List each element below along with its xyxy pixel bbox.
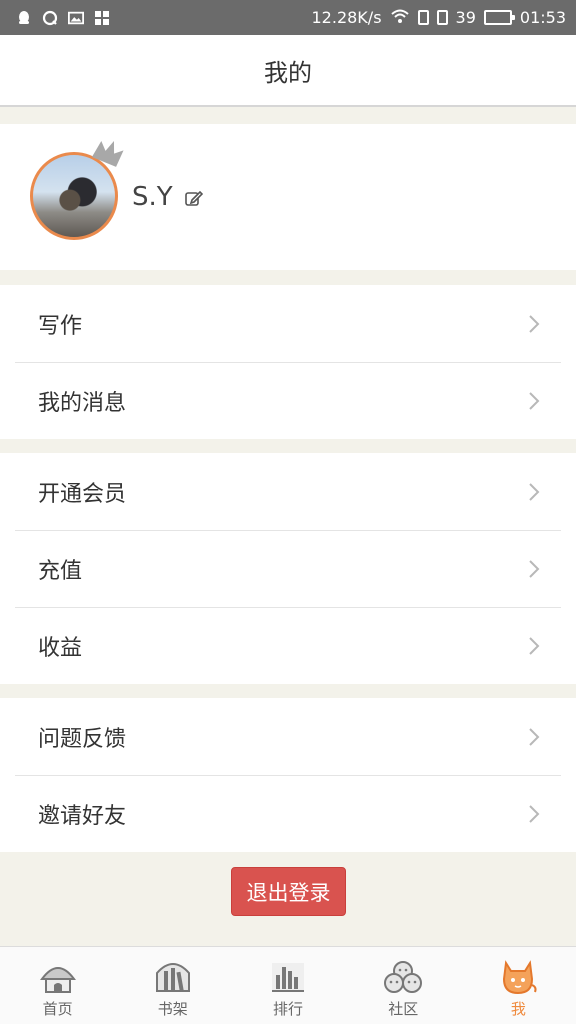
cat-icon — [503, 960, 537, 995]
logout-button[interactable]: 退出登录 — [231, 867, 346, 916]
bookshelf-icon — [155, 963, 190, 992]
menu-item-write[interactable]: 写作 — [0, 285, 576, 362]
menu-item-label: 邀请好友 — [38, 803, 127, 829]
profile-card[interactable]: S.Y — [0, 124, 576, 270]
menu-group-writing: 写作 我的消息 — [0, 285, 576, 439]
tab-label: 书架 — [157, 1000, 188, 1018]
ranking-icon — [272, 963, 304, 992]
menu-item-earnings[interactable]: 收益 — [0, 607, 576, 684]
chevron-right-icon — [529, 805, 540, 823]
username: S.Y — [132, 182, 173, 212]
menu-group-account: 开通会员 充值 收益 — [0, 453, 576, 684]
menu-item-label: 写作 — [38, 313, 83, 339]
menu-item-label: 开通会员 — [38, 481, 127, 507]
tab-label: 我 — [510, 1000, 526, 1018]
menu-item-messages[interactable]: 我的消息 — [0, 362, 576, 439]
menu-item-invite[interactable]: 邀请好友 — [0, 775, 576, 852]
sim2-icon — [436, 10, 448, 25]
clock: 01:53 — [519, 8, 566, 27]
tab-me[interactable]: 我 — [461, 947, 576, 1024]
menu-item-label: 充值 — [38, 558, 83, 584]
battery-icon — [483, 10, 515, 25]
tab-home[interactable]: 首页 — [0, 947, 115, 1024]
net-speed: 12.28K/s — [311, 8, 382, 27]
tab-ranking[interactable]: 排行 — [230, 947, 345, 1024]
battery-percent: 39 — [455, 8, 476, 27]
tab-label: 排行 — [273, 1000, 304, 1018]
bottom-tab-bar: 首页 书架 排行 社区 我 — [0, 946, 576, 1024]
menu-item-label: 我的消息 — [38, 390, 127, 416]
chat-icon — [42, 10, 58, 26]
home-icon — [39, 967, 76, 993]
tab-bookshelf[interactable]: 书架 — [115, 947, 230, 1024]
crown-icon — [92, 140, 124, 167]
sim1-icon — [417, 10, 429, 25]
chevron-right-icon — [529, 637, 540, 655]
wifi-icon — [390, 8, 410, 28]
chevron-right-icon — [529, 392, 540, 410]
chevron-right-icon — [529, 560, 540, 578]
menu-group-support: 问题反馈 邀请好友 — [0, 698, 576, 852]
community-icon — [384, 961, 423, 993]
image-icon — [68, 10, 84, 26]
tab-community[interactable]: 社区 — [346, 947, 461, 1024]
qq-icon — [16, 10, 32, 26]
menu-item-label: 问题反馈 — [38, 726, 127, 752]
edit-icon[interactable] — [185, 190, 203, 206]
tab-label: 首页 — [42, 1000, 73, 1018]
menu-item-recharge[interactable]: 充值 — [0, 530, 576, 607]
menu-item-label: 收益 — [38, 635, 83, 661]
menu-item-membership[interactable]: 开通会员 — [0, 453, 576, 530]
status-bar: 12.28K/s 39 01:53 — [0, 0, 576, 35]
chevron-right-icon — [529, 728, 540, 746]
chevron-right-icon — [529, 315, 540, 333]
page-title: 我的 — [264, 58, 312, 87]
apps-icon — [94, 10, 110, 26]
tab-label: 社区 — [388, 1000, 419, 1018]
menu-item-feedback[interactable]: 问题反馈 — [0, 698, 576, 775]
page-header: 我的 — [0, 35, 576, 107]
chevron-right-icon — [529, 483, 540, 501]
